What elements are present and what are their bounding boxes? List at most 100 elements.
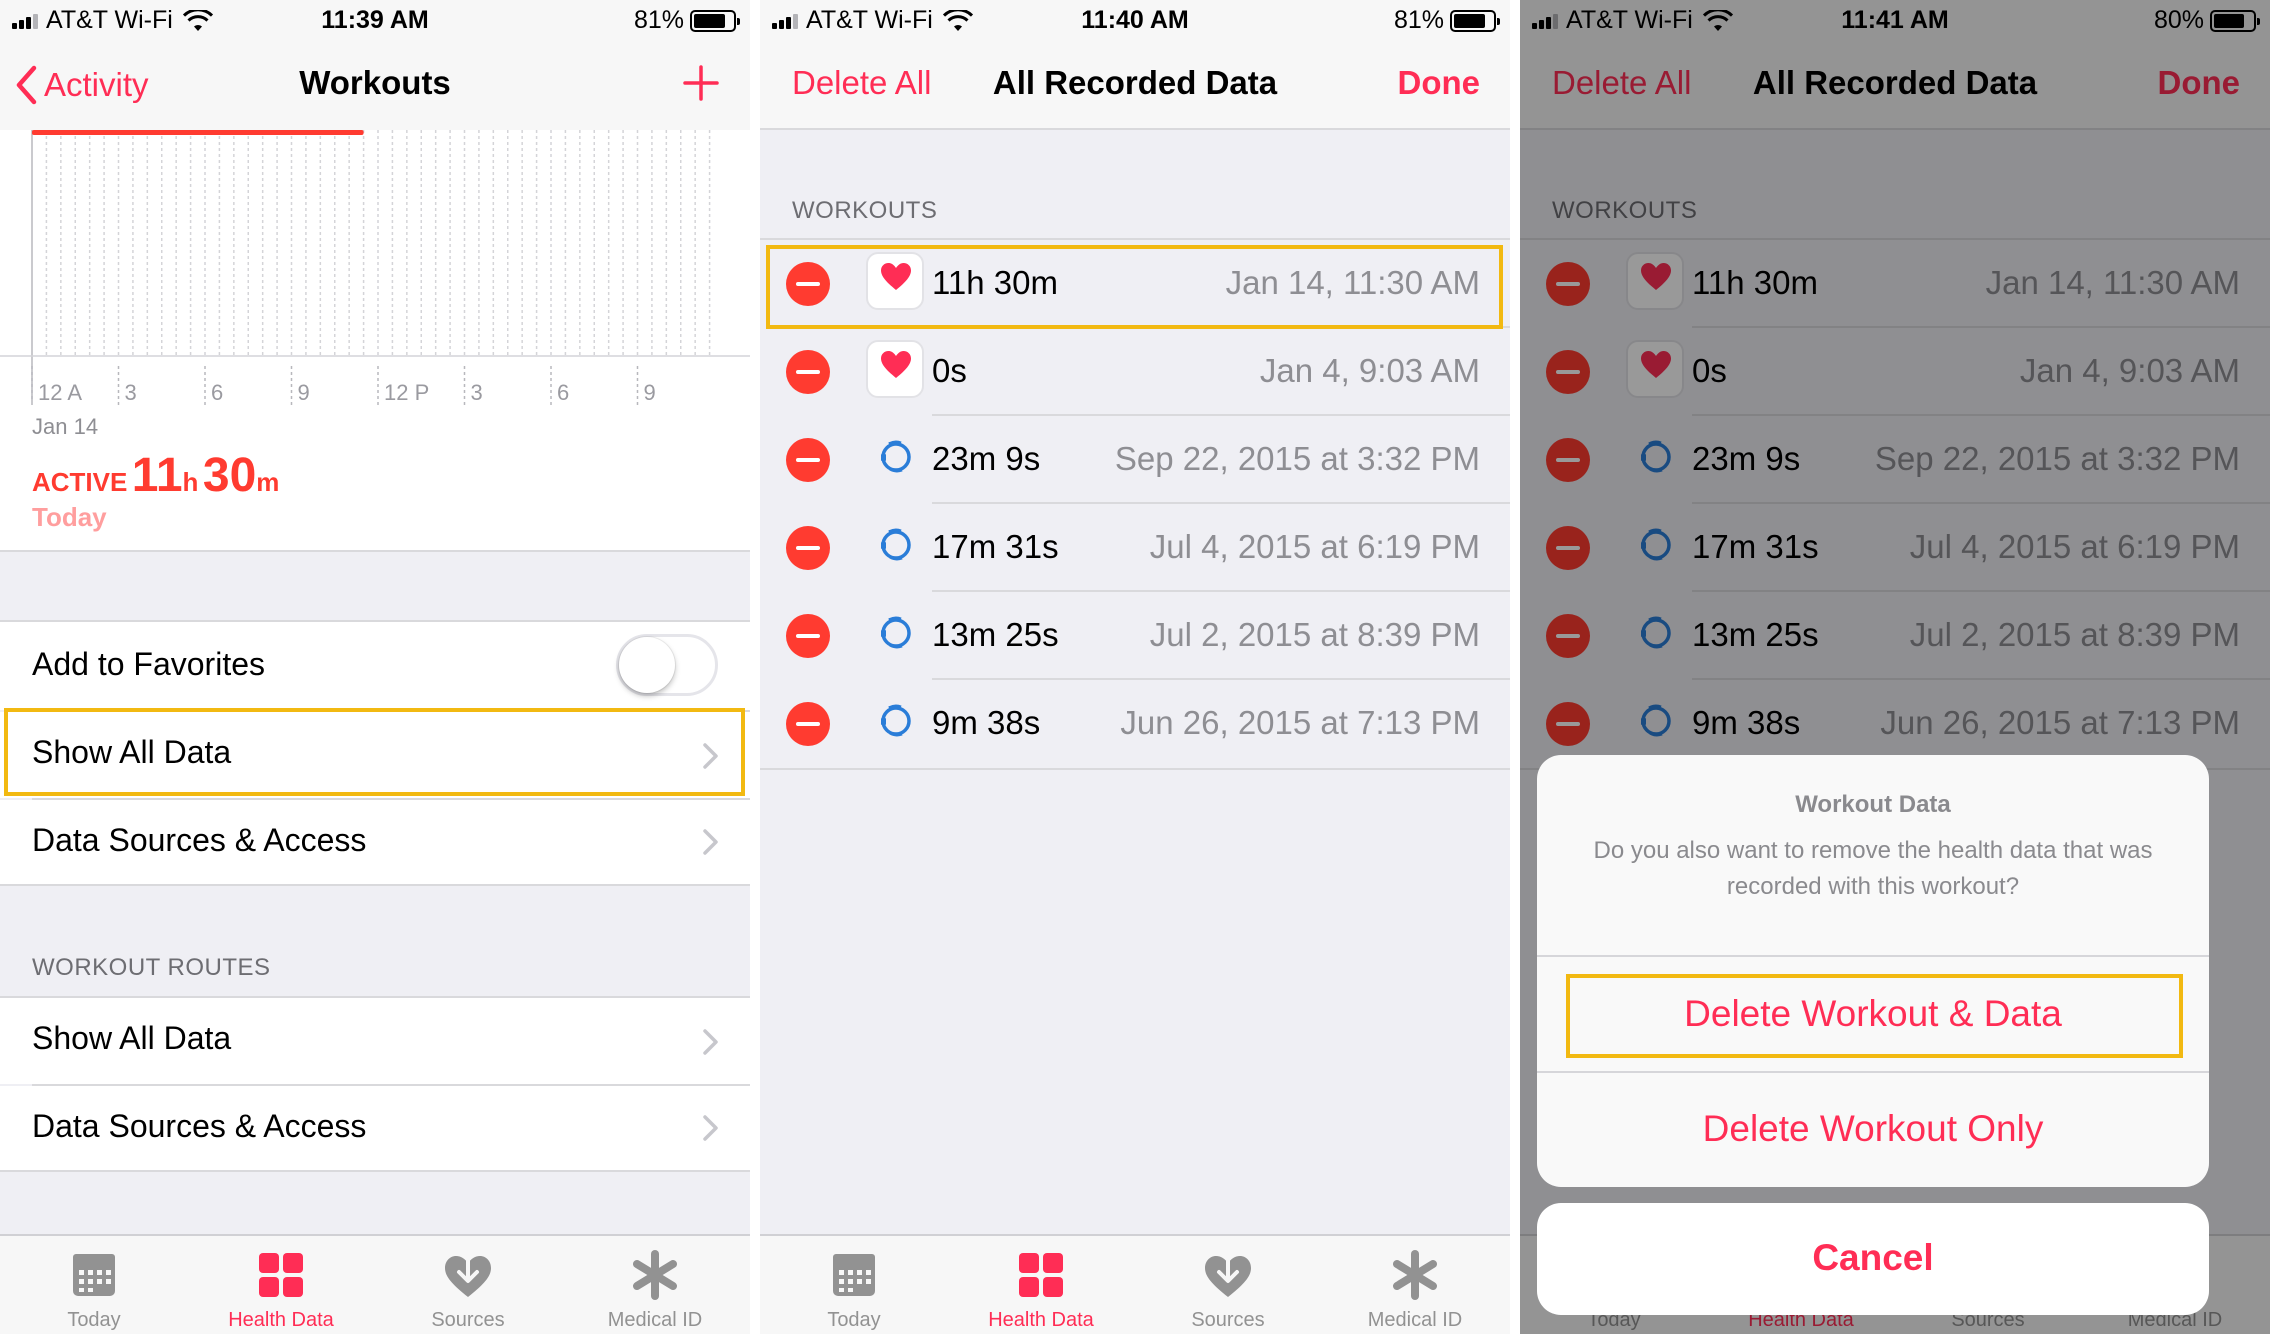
- chart-tick-label: 12 A: [38, 380, 82, 405]
- tab-health-data[interactable]: Health Data: [951, 1236, 1131, 1334]
- status-bar: AT&T Wi-Fi 11:40 AM 81%: [760, 0, 1510, 46]
- cancel-button[interactable]: Cancel: [1537, 1203, 2209, 1315]
- routes-sources-label: Data Sources & Access: [32, 1108, 367, 1144]
- show-all-data-cell[interactable]: Show All Data: [0, 712, 750, 798]
- chart-tick-label: 3: [125, 380, 137, 405]
- activity-chart: 12 A 3 6 9 12 P 3 6 9: [0, 130, 750, 406]
- workout-duration: 23m 9s: [932, 440, 1041, 477]
- tab-label: Health Data: [988, 1309, 1094, 1331]
- chart-tick-label: 9: [644, 380, 656, 405]
- tab-today[interactable]: Today: [4, 1236, 184, 1334]
- routes-show-all-label: Show All Data: [32, 1020, 232, 1056]
- workout-duration: 17m 31s: [932, 528, 1059, 565]
- grid-icon: [1019, 1253, 1063, 1297]
- screenshot-collage: AT&T Wi-Fi 11:39 AM 81% Activity Workout…: [0, 0, 2270, 1334]
- active-summary: ACTIVE 11h 30m: [32, 448, 279, 503]
- workout-duration: 0s: [932, 352, 967, 389]
- active-prefix: ACTIVE: [32, 467, 128, 497]
- routes-section-header: WORKOUT ROUTES: [32, 954, 271, 981]
- data-sources-cell[interactable]: Data Sources & Access: [0, 800, 750, 884]
- nav-bar: Delete All All Recorded Data Done: [760, 46, 1510, 130]
- status-bar: AT&T Wi-Fi 11:39 AM 81%: [0, 0, 750, 46]
- heart-download-icon: [1205, 1250, 1251, 1297]
- delete-minus-button[interactable]: [786, 526, 830, 570]
- add-favorites-label: Add to Favorites: [32, 646, 265, 682]
- chevron-right-icon: [703, 829, 718, 855]
- tab-bar: Today Health Data Sources Medical ID: [760, 1234, 1510, 1334]
- tab-medical-id[interactable]: Medical ID: [1325, 1236, 1505, 1334]
- battery-icon: [1450, 9, 1500, 32]
- workouts-screen: AT&T Wi-Fi 11:39 AM 81% Activity Workout…: [0, 0, 750, 1334]
- tab-bar: Today Health Data Sources Medical ID: [0, 1234, 750, 1334]
- tab-health-data[interactable]: Health Data: [191, 1236, 371, 1334]
- tab-medical-id[interactable]: Medical ID: [565, 1236, 745, 1334]
- routes-sources-cell[interactable]: Data Sources & Access: [0, 1086, 750, 1170]
- active-hours: 11: [131, 449, 183, 502]
- sheet-title: Workout Data: [1795, 791, 1951, 818]
- workout-row[interactable]: 11h 30m Jan 14, 11:30 AM: [760, 240, 1510, 328]
- calendar-icon: [833, 1254, 875, 1296]
- workout-row[interactable]: 0s Jan 4, 9:03 AM: [760, 328, 1510, 416]
- battery-icon: [690, 9, 740, 32]
- tab-label: Today: [827, 1309, 881, 1331]
- delete-workout-only-button[interactable]: Delete Workout Only: [1537, 1108, 2209, 1150]
- action-sheet: Workout Data Do you also want to remove …: [1537, 755, 2209, 1187]
- workout-row[interactable]: 9m 38s Jun 26, 2015 at 7:13 PM: [760, 680, 1510, 768]
- delete-confirm-screen: AT&T Wi-Fi 11:41 AM 80% Delete All All R…: [1520, 0, 2270, 1334]
- calendar-icon: [73, 1254, 115, 1296]
- chart-tick-label: 3: [471, 380, 483, 405]
- workout-date: Sep 22, 2015 at 3:32 PM: [1114, 440, 1480, 477]
- tab-label: Sources: [431, 1309, 505, 1331]
- heart-download-icon: [445, 1250, 491, 1297]
- nav-bar: Activity Workouts: [0, 46, 750, 130]
- active-m-unit: m: [256, 467, 280, 497]
- delete-minus-button[interactable]: [786, 438, 830, 482]
- chevron-right-icon: [703, 1029, 718, 1055]
- delete-minus-button[interactable]: [786, 262, 830, 306]
- tab-today[interactable]: Today: [764, 1236, 944, 1334]
- workout-date: Jun 26, 2015 at 7:13 PM: [1120, 704, 1480, 741]
- heart-icon: [866, 340, 924, 398]
- delete-workout-and-data-button[interactable]: Delete Workout & Data: [1537, 993, 2209, 1035]
- workout-row[interactable]: 13m 25s Jul 2, 2015 at 8:39 PM: [760, 592, 1510, 680]
- active-h-unit: h: [182, 467, 199, 497]
- tab-sources[interactable]: Sources: [1138, 1236, 1318, 1334]
- heart-icon: [866, 252, 924, 310]
- tab-sources[interactable]: Sources: [378, 1236, 558, 1334]
- done-button[interactable]: Done: [1398, 64, 1481, 102]
- active-minutes: 30: [202, 449, 257, 502]
- delete-minus-button[interactable]: [786, 702, 830, 746]
- delete-minus-button[interactable]: [786, 350, 830, 394]
- workout-duration: 9m 38s: [932, 704, 1041, 741]
- chart-tick-label: 9: [298, 380, 310, 405]
- activity-chart-card: 12 A 3 6 9 12 P 3 6 9 Jan 14 ACTIVE 11h 30m Tod…: [0, 130, 750, 550]
- chevron-right-icon: [703, 1115, 718, 1141]
- battery-percent: 81%: [1393, 6, 1444, 34]
- chevron-right-icon: [703, 743, 718, 769]
- all-recorded-data-screen: AT&T Wi-Fi 11:40 AM 81% Delete All All R…: [760, 0, 1510, 1334]
- delete-minus-button[interactable]: [786, 614, 830, 658]
- favorites-toggle[interactable]: [616, 634, 718, 696]
- asterisk-icon: [1393, 1250, 1437, 1300]
- cancel-label: Cancel: [1812, 1237, 1934, 1278]
- chart-tick-label: 6: [557, 380, 569, 405]
- watch-icon: [866, 428, 924, 486]
- grid-icon: [259, 1253, 303, 1297]
- workout-row[interactable]: 23m 9s Sep 22, 2015 at 3:32 PM: [760, 416, 1510, 504]
- sheet-message: Do you also want to remove the health da…: [1593, 837, 2153, 900]
- data-sources-label: Data Sources & Access: [32, 822, 367, 858]
- plus-icon[interactable]: [682, 64, 720, 102]
- workout-date: Jan 4, 9:03 AM: [1259, 352, 1480, 389]
- asterisk-icon: [633, 1250, 677, 1300]
- chart-tick-label: 6: [211, 380, 223, 405]
- workout-date: Jul 2, 2015 at 8:39 PM: [1149, 616, 1480, 653]
- workout-duration: 13m 25s: [932, 616, 1059, 653]
- workout-row[interactable]: 17m 31s Jul 4, 2015 at 6:19 PM: [760, 504, 1510, 592]
- add-favorites-cell: Add to Favorites: [0, 622, 750, 710]
- tab-label: Medical ID: [607, 1309, 703, 1331]
- routes-show-all-cell[interactable]: Show All Data: [0, 998, 750, 1084]
- watch-icon: [866, 692, 924, 750]
- battery-percent: 81%: [633, 6, 684, 34]
- tab-label: Today: [67, 1309, 121, 1331]
- page-title: Workouts: [299, 64, 451, 101]
